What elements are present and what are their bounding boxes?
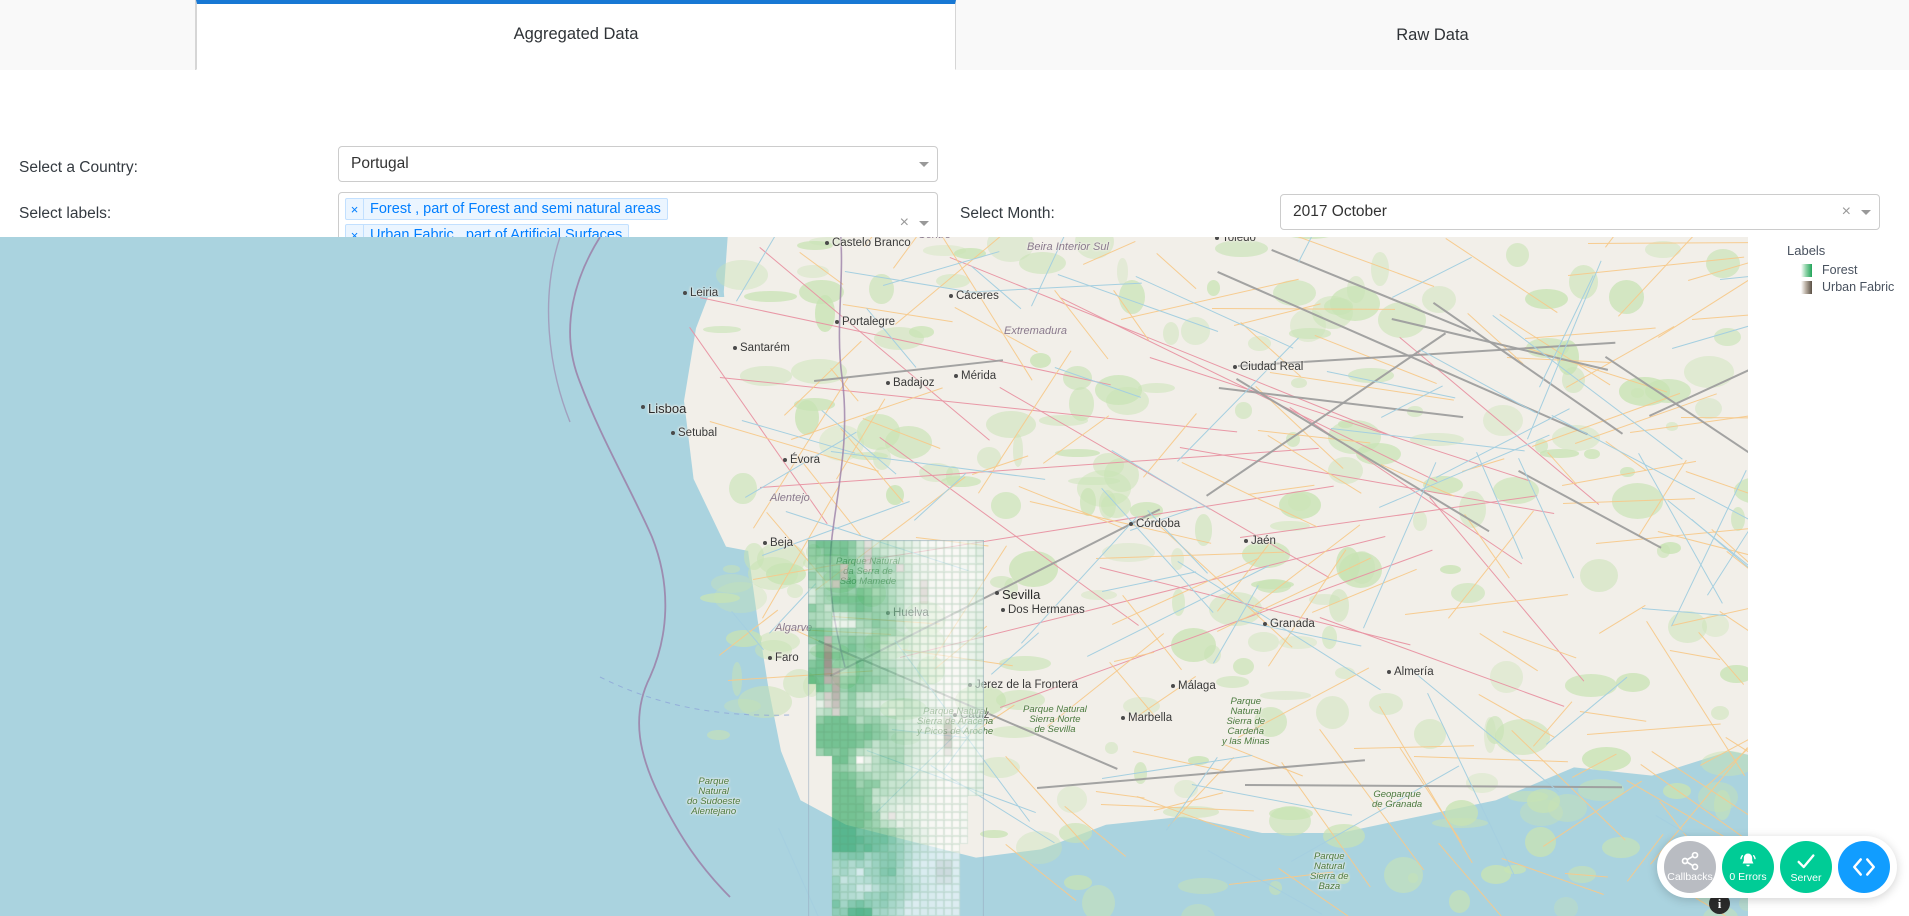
forest-swatch-icon	[1801, 263, 1812, 277]
legend-item-forest-label: Forest	[1822, 263, 1858, 277]
month-select-indicators: ×	[1840, 195, 1871, 229]
legend-item-urban-fabric-label: Urban Fabric	[1822, 280, 1895, 294]
city-marker	[683, 291, 687, 295]
legend-item-forest: Forest	[1801, 263, 1907, 277]
city-marker	[995, 591, 999, 595]
chevron-down-icon[interactable]	[919, 220, 929, 226]
month-select-value: 2017 October	[1293, 203, 1387, 220]
clear-icon[interactable]: ×	[898, 215, 911, 231]
city-marker	[1171, 684, 1175, 688]
share-icon	[1681, 852, 1699, 871]
city-marker	[949, 294, 953, 298]
country-select[interactable]: Portugal	[338, 146, 938, 182]
urban-fabric-swatch-icon	[1801, 280, 1812, 294]
chevron-down-icon[interactable]	[919, 161, 929, 167]
month-select[interactable]: 2017 October ×	[1280, 194, 1880, 230]
city-marker	[953, 713, 957, 717]
map-tiles[interactable]: Castelo Branco Toledo Portalegre Cáceres Lis…	[0, 237, 1748, 916]
tab-aggregated-data-label: Aggregated Data	[513, 25, 639, 43]
city-marker	[835, 320, 839, 324]
callbacks-button-label: Callbacks	[1667, 871, 1713, 884]
city-marker	[968, 683, 972, 687]
tab-raw-data-label: Raw Data	[1396, 25, 1469, 44]
city-marker	[1001, 608, 1005, 612]
country-select-indicators	[919, 147, 929, 181]
clear-icon[interactable]: ×	[1840, 204, 1853, 220]
toggle-devtools-button[interactable]	[1838, 841, 1890, 893]
country-label: Select a Country:	[19, 159, 138, 176]
city-marker	[886, 381, 890, 385]
city-marker	[1244, 539, 1248, 543]
check-icon	[1797, 854, 1815, 869]
city-marker	[886, 611, 890, 615]
label-chip-forest-text: Forest , part of Forest and semi natural…	[370, 201, 661, 217]
city-marker	[768, 656, 772, 660]
server-button-label: Server	[1790, 872, 1822, 885]
controls-panel: Select a Country: Portugal Select labels…	[0, 70, 1909, 254]
tab-bar: Aggregated Data Raw Data	[0, 0, 1909, 70]
city-marker	[954, 374, 958, 378]
server-button[interactable]: Server	[1780, 841, 1832, 893]
map-container[interactable]: Castelo Branco Toledo Portalegre Cáceres Lis…	[0, 237, 1748, 916]
legend-title: Labels	[1787, 243, 1826, 258]
city-marker	[763, 541, 767, 545]
city-marker	[1129, 522, 1133, 526]
remove-chip-icon[interactable]: ×	[346, 199, 364, 219]
tab-raw-data[interactable]: Raw Data	[956, 0, 1909, 70]
map-legend: Labels Forest Urban Fabric	[1787, 243, 1907, 297]
errors-button[interactable]: 0 Errors	[1722, 841, 1774, 893]
city-marker	[1233, 365, 1237, 369]
bell-icon	[1740, 853, 1756, 867]
national-border	[0, 237, 1748, 916]
chevron-down-icon[interactable]	[1861, 209, 1871, 215]
city-marker	[825, 241, 829, 245]
callbacks-button[interactable]: Callbacks	[1664, 841, 1716, 893]
country-select-value: Portugal	[351, 155, 409, 172]
month-label: Select Month:	[960, 205, 1055, 222]
labels-label: Select labels:	[19, 205, 112, 222]
legend-item-urban-fabric: Urban Fabric	[1801, 280, 1907, 294]
errors-button-label: 0 Errors	[1729, 871, 1767, 884]
city-marker	[733, 346, 737, 350]
city-marker	[1263, 622, 1267, 626]
tab-aggregated-data[interactable]: Aggregated Data	[196, 0, 956, 70]
city-marker	[783, 458, 787, 462]
city-marker	[671, 431, 675, 435]
city-marker	[641, 405, 645, 409]
tab-bar-left-filler	[0, 0, 196, 70]
code-icon	[1853, 858, 1875, 876]
city-marker	[1387, 670, 1391, 674]
city-marker	[1121, 716, 1125, 720]
dash-devtools-menu: Callbacks 0 Errors Server	[1657, 836, 1897, 898]
label-chip-forest[interactable]: × Forest , part of Forest and semi natur…	[345, 198, 668, 220]
